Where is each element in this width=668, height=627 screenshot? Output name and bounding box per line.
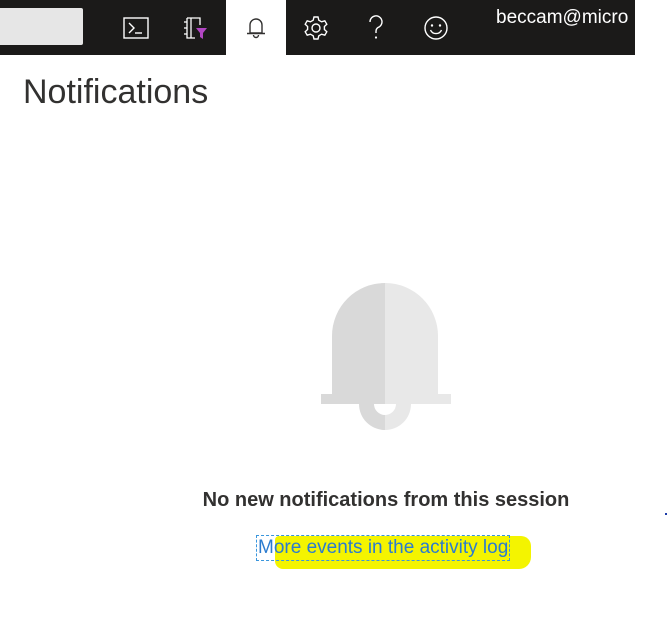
terminal-icon (123, 16, 149, 39)
empty-state-message: No new notifications from this session (202, 489, 570, 511)
empty-bell-icon (320, 280, 452, 437)
account-name[interactable]: beccam@micro (496, 6, 635, 30)
bell-icon (245, 16, 267, 40)
gear-icon (303, 15, 329, 41)
directory-subscription-button[interactable] (166, 0, 226, 55)
feedback-button[interactable] (406, 0, 466, 55)
directory-filter-icon (183, 15, 209, 41)
notifications-button[interactable] (226, 0, 286, 55)
help-button[interactable] (346, 0, 406, 55)
search-input[interactable] (0, 8, 83, 45)
stray-dot (665, 513, 667, 515)
smiley-icon (423, 15, 449, 41)
page-title: Notifications (23, 73, 209, 111)
question-mark-icon (367, 14, 385, 41)
activity-log-link[interactable]: More events in the activity log (256, 535, 511, 561)
top-bar: beccam@micro (0, 0, 635, 55)
settings-button[interactable] (286, 0, 346, 55)
cloud-shell-button[interactable] (106, 0, 166, 55)
